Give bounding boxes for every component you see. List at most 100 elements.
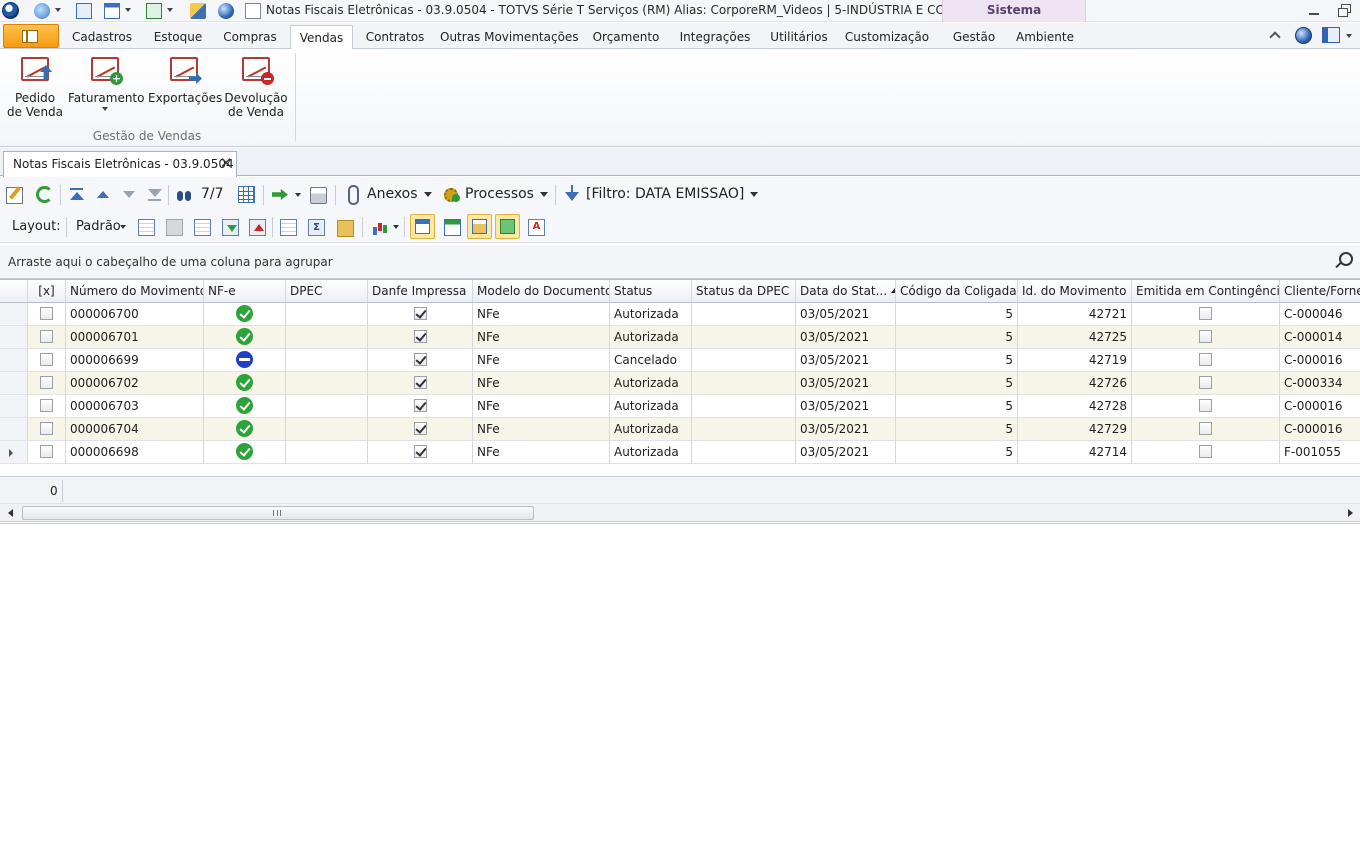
tab-vendas[interactable]: Vendas	[290, 25, 353, 50]
exportacoes-button[interactable]: Exportações	[148, 55, 222, 105]
cliente-cell[interactable]: C-000046	[1280, 303, 1360, 326]
tab-customizacao[interactable]: Customização	[843, 25, 931, 49]
column-header-contingencia[interactable]: Emitida em Contingência	[1132, 280, 1280, 303]
status-dpec-cell[interactable]	[692, 326, 796, 349]
contingencia-checkbox[interactable]	[1199, 445, 1212, 458]
danfe-cell[interactable]	[368, 395, 473, 418]
row-select-checkbox[interactable]	[40, 307, 53, 320]
scroll-left-icon[interactable]	[8, 509, 13, 517]
close-icon[interactable]: ✕	[218, 155, 234, 171]
cliente-cell[interactable]: C-000016	[1280, 349, 1360, 372]
cliente-cell[interactable]: C-000016	[1280, 418, 1360, 441]
id-movimento-cell[interactable]: 42719	[1018, 349, 1132, 372]
select-checkbox-cell[interactable]	[28, 395, 66, 418]
pedido-de-venda-button[interactable]: Pedido de Venda	[6, 55, 64, 119]
contingencia-checkbox[interactable]	[1199, 307, 1212, 320]
nfe-status-cell[interactable]	[204, 326, 286, 349]
data-status-cell[interactable]: 03/05/2021	[796, 349, 896, 372]
contingencia-cell[interactable]	[1132, 349, 1280, 372]
chevron-down-icon[interactable]	[55, 8, 61, 12]
layout-panel-icon[interactable]	[1322, 27, 1340, 43]
delete-layout-icon[interactable]	[166, 219, 183, 236]
tab-orcamento[interactable]: Orçamento	[588, 25, 664, 49]
table-row[interactable]: 000006700 NFe Autorizada 03/05/2021 5 42721 C-…	[0, 303, 1360, 326]
table-row[interactable]: 000006704 NFe Autorizada 03/05/2021 5 42729 C-…	[0, 418, 1360, 441]
contingencia-checkbox[interactable]	[1199, 422, 1212, 435]
coligada-cell[interactable]: 5	[896, 395, 1018, 418]
tab-outras-movimentacoes[interactable]: Outras Movimentações	[440, 25, 579, 49]
cliente-cell[interactable]: C-000334	[1280, 372, 1360, 395]
chart-icon[interactable]	[372, 219, 389, 236]
modelo-cell[interactable]: NFe	[473, 418, 610, 441]
view-toggle-3[interactable]	[495, 214, 520, 239]
column-header-cliente[interactable]: Cliente/Fornec	[1280, 280, 1360, 303]
column-header-id-movimento[interactable]: Id. do Movimento	[1018, 280, 1132, 303]
filter-button[interactable]: [Filtro: DATA EMISSAO]	[586, 186, 744, 202]
numero-cell[interactable]: 000006698	[66, 441, 204, 464]
danfe-checkbox[interactable]	[413, 445, 427, 458]
app-logo-icon[interactable]	[2, 2, 19, 19]
select-checkbox-cell[interactable]	[28, 349, 66, 372]
table-row[interactable]: 000006699 NFe Cancelado 03/05/2021 5 42719 C-0…	[0, 349, 1360, 372]
modelo-cell[interactable]: NFe	[473, 372, 610, 395]
status-dpec-cell[interactable]	[692, 303, 796, 326]
nfe-status-cell[interactable]	[204, 303, 286, 326]
group-by-icon[interactable]	[280, 219, 297, 236]
chevron-down-icon[interactable]	[750, 192, 758, 197]
modelo-cell[interactable]: NFe	[473, 441, 610, 464]
danfe-checkbox[interactable]	[413, 353, 427, 366]
chevron-down-icon[interactable]	[125, 8, 131, 12]
status-cell[interactable]: Autorizada	[610, 303, 692, 326]
tab-integracoes[interactable]: Integrações	[675, 25, 755, 49]
id-movimento-cell[interactable]: 42721	[1018, 303, 1132, 326]
contingencia-cell[interactable]	[1132, 326, 1280, 349]
chevron-down-icon[interactable]	[540, 192, 548, 197]
export-icon[interactable]	[146, 3, 162, 19]
new-window-icon[interactable]	[76, 3, 92, 19]
modelo-cell[interactable]: NFe	[473, 326, 610, 349]
coligada-cell[interactable]: 5	[896, 326, 1018, 349]
data-status-cell[interactable]: 03/05/2021	[796, 372, 896, 395]
help-globe-icon[interactable]	[218, 3, 234, 19]
data-status-cell[interactable]: 03/05/2021	[796, 418, 896, 441]
contingencia-checkbox[interactable]	[1199, 330, 1212, 343]
danfe-cell[interactable]	[368, 303, 473, 326]
danfe-checkbox[interactable]	[413, 376, 427, 389]
processos-button[interactable]: Processos	[465, 186, 534, 202]
tab-compras[interactable]: Compras	[218, 25, 282, 49]
coligada-cell[interactable]: 5	[896, 349, 1018, 372]
tab-cadastros[interactable]: Cadastros	[66, 25, 138, 49]
select-checkbox-cell[interactable]	[28, 326, 66, 349]
modelo-cell[interactable]: NFe	[473, 349, 610, 372]
tools-icon[interactable]	[190, 3, 206, 19]
chevron-down-icon[interactable]	[102, 107, 108, 111]
tab-utilitarios[interactable]: Utilitários	[766, 25, 832, 49]
print-icon[interactable]	[310, 187, 327, 204]
dpec-cell[interactable]	[286, 372, 368, 395]
modelo-cell[interactable]: NFe	[473, 303, 610, 326]
status-cell[interactable]: Autorizada	[610, 372, 692, 395]
nfe-status-cell[interactable]	[204, 441, 286, 464]
anexos-button[interactable]: Anexos	[367, 186, 418, 202]
coligada-cell[interactable]: 5	[896, 418, 1018, 441]
export-layout-icon[interactable]	[249, 219, 266, 236]
filter-icon[interactable]	[564, 185, 581, 202]
dpec-cell[interactable]	[286, 326, 368, 349]
select-checkbox-cell[interactable]	[28, 441, 66, 464]
cliente-cell[interactable]: C-000016	[1280, 395, 1360, 418]
status-cell[interactable]: Autorizada	[610, 441, 692, 464]
sum-icon[interactable]: Σ	[308, 219, 325, 236]
row-select-checkbox[interactable]	[40, 445, 53, 458]
coligada-cell[interactable]: 5	[896, 303, 1018, 326]
chevron-down-icon[interactable]	[424, 192, 432, 197]
devolucao-de-venda-button[interactable]: Devolução de Venda	[224, 55, 288, 119]
status-cell[interactable]: Autorizada	[610, 418, 692, 441]
numero-cell[interactable]: 000006704	[66, 418, 204, 441]
next-record-icon[interactable]	[120, 186, 137, 203]
danfe-cell[interactable]	[368, 441, 473, 464]
column-header-data-status[interactable]: Data do Stat...	[796, 280, 896, 303]
id-movimento-cell[interactable]: 42714	[1018, 441, 1132, 464]
dpec-cell[interactable]	[286, 349, 368, 372]
contingencia-cell[interactable]	[1132, 303, 1280, 326]
tab-contratos[interactable]: Contratos	[360, 25, 430, 49]
